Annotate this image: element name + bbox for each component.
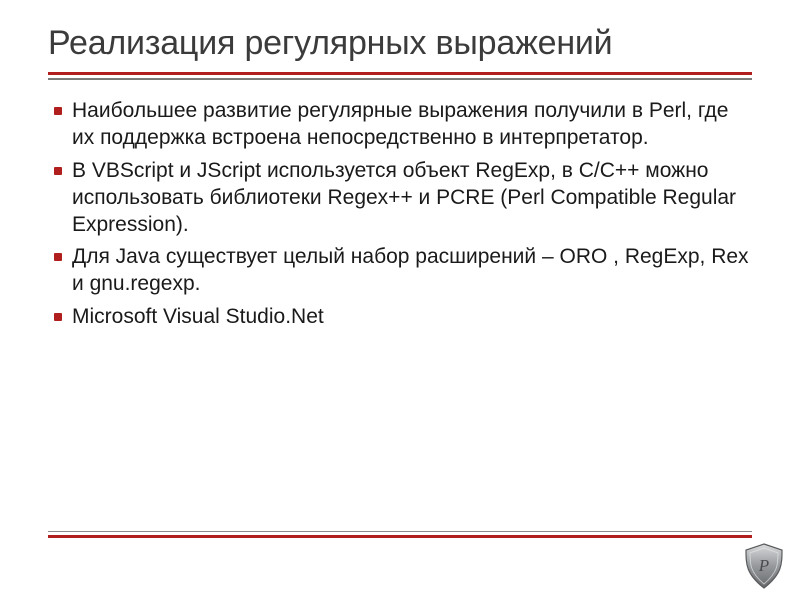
slide-body: Наибольшее развитие регулярные выражения… — [48, 98, 752, 331]
footer-rule — [48, 531, 752, 538]
bullet-list: Наибольшее развитие регулярные выражения… — [50, 98, 750, 331]
list-item: Microsoft Visual Studio.Net — [50, 304, 750, 331]
rule-thin — [48, 78, 752, 80]
slide: Реализация регулярных выражений Наибольш… — [0, 0, 800, 600]
list-item: В VBScript и JScript используется объект… — [50, 158, 750, 239]
rule-thin — [48, 531, 752, 532]
title-rule — [48, 72, 752, 80]
shield-icon: P — [742, 542, 786, 590]
list-item: Наибольшее развитие регулярные выражения… — [50, 98, 750, 152]
rule-accent — [48, 535, 752, 538]
slide-title: Реализация регулярных выражений — [48, 24, 752, 62]
shield-monogram: P — [758, 556, 769, 575]
rule-accent — [48, 72, 752, 75]
list-item: Для Java существует целый набор расширен… — [50, 244, 750, 298]
